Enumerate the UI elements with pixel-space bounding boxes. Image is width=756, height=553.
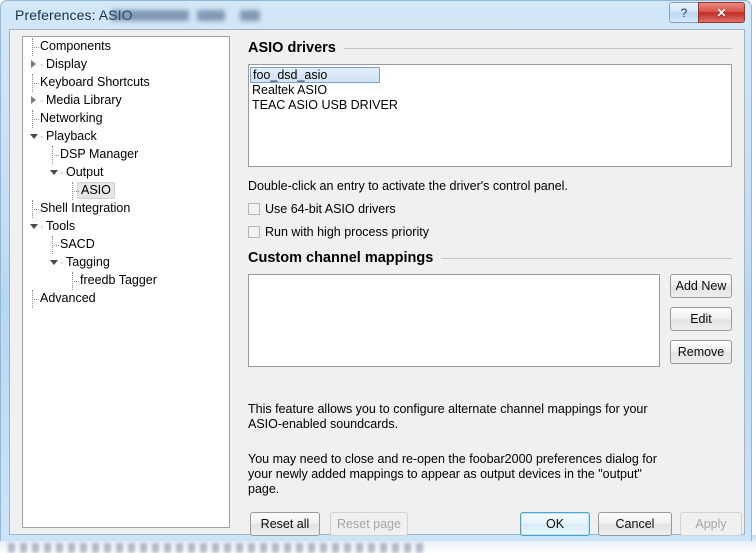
tree-connector-icon (67, 271, 80, 290)
preferences-tree[interactable]: Components · Display Keyboard Shortcuts · Med… (22, 36, 230, 528)
tree-connector-icon (47, 145, 60, 164)
driver-list-item[interactable]: TEAC ASIO USB DRIVER (249, 98, 731, 113)
sidebar-item-label: SACD (60, 237, 95, 251)
sidebar-item-keyboard-shortcuts[interactable]: Keyboard Shortcuts (23, 73, 229, 92)
chevron-down-icon[interactable] (47, 254, 60, 272)
tree-connector-icon (27, 289, 40, 308)
custom-mappings-title: Custom channel mappings (248, 250, 434, 266)
sidebar-item-label: Networking (40, 111, 103, 125)
sidebar-item-label: Output (66, 165, 104, 179)
checkbox-use-64-bit-asio-drivers[interactable]: Use 64-bit ASIO drivers (248, 202, 648, 216)
sidebar-item-tools[interactable]: · Tools (23, 217, 229, 235)
remove-button[interactable]: Remove (670, 340, 732, 364)
window-controls: ? ✕ (669, 2, 745, 23)
sidebar-item-advanced[interactable]: Advanced (23, 289, 229, 308)
driver-list-item[interactable]: foo_dsd_asio (250, 67, 380, 83)
sidebar-item-output[interactable]: · Output (23, 163, 229, 181)
sidebar-item-label: Keyboard Shortcuts (40, 75, 150, 89)
mappings-note-paragraph: You may need to close and re-open the fo… (248, 452, 657, 496)
driver-hint-text: Double-click an entry to activate the dr… (248, 179, 568, 193)
reset-page-button: Reset page (330, 512, 408, 536)
custom-mappings-listbox[interactable] (248, 274, 660, 367)
tree-connector-icon (27, 199, 40, 218)
screenshot-root: Preferences: ASIO ? ✕ Components · Display… (0, 0, 756, 553)
chevron-down-icon[interactable] (47, 164, 60, 182)
sidebar-item-label: freedb Tagger (80, 273, 157, 287)
checkbox-icon[interactable] (248, 203, 260, 215)
sidebar-item-label: Tagging (66, 255, 110, 269)
sidebar-item-label: ASIO (77, 182, 115, 199)
chevron-down-icon[interactable] (27, 128, 40, 146)
checkbox-run-with-high-process-priority[interactable]: Run with high process priority (248, 225, 648, 239)
checkbox-label: Use 64-bit ASIO drivers (265, 202, 396, 216)
reset-all-button[interactable]: Reset all (250, 512, 320, 536)
tree-connector-icon (67, 181, 80, 200)
sidebar-item-networking[interactable]: Networking (23, 109, 229, 128)
apply-button: Apply (680, 512, 742, 536)
sidebar-item-label: Components (40, 39, 111, 53)
sidebar-item-label: Playback (46, 129, 97, 143)
group-divider-rule (343, 47, 732, 49)
sidebar-item-media-library[interactable]: · Media Library (23, 91, 229, 109)
tree-connector-icon (27, 37, 40, 56)
sidebar-item-label: Media Library (46, 93, 122, 107)
content-pane: ASIO drivers foo_dsd_asio Realtek ASIO TEA… (242, 34, 742, 536)
sidebar-item-playback[interactable]: · Playback (23, 127, 229, 145)
sidebar-item-label: DSP Manager (60, 147, 139, 161)
tree-connector-icon (27, 109, 40, 128)
asio-options: Use 64-bit ASIO drivers Run with high pro… (248, 202, 648, 248)
sidebar-item-freedb-tagger[interactable]: freedb Tagger (23, 271, 229, 290)
sidebar-item-dsp-manager[interactable]: DSP Manager (23, 145, 229, 164)
group-divider-rule (441, 257, 732, 259)
sidebar-item-label: Advanced (40, 291, 96, 305)
cancel-button[interactable]: Cancel (598, 512, 672, 536)
edit-button[interactable]: Edit (670, 307, 732, 331)
preferences-window: Preferences: ASIO ? ✕ Components · Display… (0, 0, 752, 541)
asio-drivers-title: ASIO drivers (248, 40, 336, 56)
tree-connector-icon (47, 235, 60, 254)
custom-mappings-group-header: Custom channel mappings (248, 250, 732, 266)
asio-drivers-listbox[interactable]: foo_dsd_asio Realtek ASIO TEAC ASIO USB DR… (248, 64, 732, 167)
sidebar-item-label: Shell Integration (40, 201, 131, 215)
sidebar-item-shell-integration[interactable]: Shell Integration (23, 199, 229, 218)
client-area: Components · Display Keyboard Shortcuts · Med… (9, 29, 745, 536)
help-button[interactable]: ? (669, 2, 698, 23)
title-bar[interactable]: Preferences: ASIO ? ✕ (1, 1, 751, 31)
asio-drivers-group-header: ASIO drivers (248, 40, 732, 56)
chevron-right-icon[interactable] (27, 56, 40, 74)
mapping-action-buttons: Add New Edit Remove (670, 274, 732, 373)
checkbox-label: Run with high process priority (265, 225, 429, 239)
driver-list-item[interactable]: Realtek ASIO (249, 83, 731, 98)
title-blurred-region (240, 10, 260, 21)
sidebar-item-components[interactable]: Components (23, 37, 229, 56)
add-new-button[interactable]: Add New (670, 274, 732, 298)
ok-button[interactable]: OK (520, 512, 590, 536)
chevron-right-icon[interactable] (27, 92, 40, 110)
sidebar-item-display[interactable]: · Display (23, 55, 229, 73)
sidebar-item-label: Display (46, 57, 87, 71)
checkbox-icon[interactable] (248, 226, 260, 238)
title-blurred-region (111, 10, 189, 21)
sidebar-item-asio[interactable]: ASIO (23, 181, 229, 200)
sidebar-item-sacd[interactable]: SACD (23, 235, 229, 254)
chevron-down-icon[interactable] (27, 218, 40, 236)
close-button[interactable]: ✕ (698, 2, 745, 23)
sidebar-item-tagging[interactable]: · Tagging (23, 253, 229, 271)
title-blurred-region (197, 10, 225, 21)
tree-connector-icon (27, 73, 40, 92)
mappings-description-paragraph: This feature allows you to configure alt… (248, 402, 648, 431)
sidebar-item-label: Tools (46, 219, 76, 233)
desktop-blurred-text (8, 543, 428, 553)
